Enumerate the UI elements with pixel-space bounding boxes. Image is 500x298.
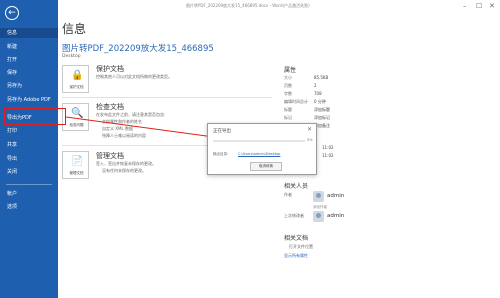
backstage-sidebar: ← 信息 新建 打开 保存 另存为 另存为 Adobe PDF 导出为PDF 打… [0, 0, 58, 298]
inspect-document-icon: 🔍 [71, 108, 84, 119]
document-title: 图片转PDF_202209放大发15_466895 [62, 44, 214, 54]
related-people-title: 相关人员 [284, 183, 309, 190]
check-issues-button[interactable]: 🔍 检查问题 [62, 103, 89, 131]
prop-value-words: 708 [314, 91, 322, 96]
avatar [313, 211, 324, 222]
prop-label-pages: 页数 [284, 83, 292, 88]
author-name[interactable]: admin [327, 193, 344, 199]
minimize-icon[interactable]: – [463, 2, 467, 10]
prop-value-pages: 2 [314, 83, 317, 88]
section-bullet: 残障人士难以阅读的内容 [102, 133, 146, 138]
lock-icon: 🔒 [71, 70, 84, 81]
prop-label-edit-time: 编辑时间总计 [284, 99, 308, 104]
dialog-close-icon[interactable]: ✕ [307, 126, 312, 133]
properties-title[interactable]: 属性 [284, 65, 296, 74]
section-desc: 签入、签出并恢复未保存的更改。 [96, 161, 156, 166]
nav-divider [6, 184, 52, 185]
section-title: 管理文档 [96, 152, 124, 160]
export-progress-dialog: 正在导出 ✕ 0% 输出目录: C:\Users\admin\Desktop 取… [207, 123, 317, 175]
prop-label-title: 标题 [284, 107, 292, 112]
nav-save-as-adobe-pdf[interactable]: 另存为 Adobe PDF [0, 97, 56, 103]
progress-bar [213, 140, 305, 142]
section-desc: 控制其他人可以对此文档所做的更改类型。 [96, 74, 172, 79]
prop-label-tags: 标记 [284, 115, 292, 120]
prop-label-size: 大小 [284, 75, 292, 80]
progress-percent: 0% [307, 138, 313, 142]
prop-label-words: 字数 [284, 91, 292, 96]
nav-new[interactable]: 新建 [0, 44, 58, 50]
manage-document-button[interactable]: 📄 管理文档 [62, 151, 89, 179]
title-bar: 图片转PDF_202209放大发15_466895.docx - Word(产品… [58, 0, 500, 14]
dialog-title: 正在导出 [213, 129, 231, 134]
section-bullet: 自定义 XML 数据 [102, 126, 133, 131]
output-dir-link[interactable]: C:\Users\admin\Desktop [238, 152, 280, 156]
nav-share[interactable]: 共享 [0, 142, 58, 148]
nav-close[interactable]: 关闭 [0, 169, 58, 175]
section-desc: 在发布此文件之前，请注意其是否包含: [96, 112, 166, 117]
page-title: 信息 [62, 22, 87, 36]
section-bullet: 文档属性和作者的姓名 [102, 119, 142, 124]
prop-value-size: 85.5KB [314, 75, 329, 80]
section-title: 保护文档 [96, 65, 124, 73]
nav-options[interactable]: 选项 [0, 204, 58, 210]
tile-label: 保护文档 [69, 85, 84, 89]
tile-label: 管理文档 [69, 171, 84, 175]
cancel-conversion-button[interactable]: 取消转换 [250, 162, 282, 171]
divider [62, 97, 272, 98]
section-bullet: 没有任何未保存的更改。 [102, 168, 146, 173]
prop-value-edit-time: 0 分钟 [314, 99, 326, 104]
highlight-box [4, 108, 66, 125]
prop-date: 11:02 [322, 153, 334, 158]
document-location[interactable]: Desktop [62, 54, 81, 59]
nav-save-as[interactable]: 另存为 [0, 83, 58, 89]
section-title: 检查文档 [96, 103, 124, 111]
prop-value-tags[interactable]: 添加标记 [314, 115, 330, 121]
author-label: 作者 [284, 192, 292, 197]
tile-label: 检查问题 [69, 123, 84, 127]
last-modified-name[interactable]: admin [327, 213, 344, 219]
manage-document-icon: 📄 [71, 156, 84, 167]
protect-document-button[interactable]: 🔒 保护文档 [62, 65, 89, 93]
window-title: 图片转PDF_202209放大发15_466895.docx - Word(产品… [186, 3, 310, 8]
output-dir-label: 输出目录: [213, 152, 229, 156]
nav-print[interactable]: 打印 [0, 128, 58, 134]
prop-date: 11:02 [322, 145, 334, 150]
related-docs-title: 相关文档 [284, 235, 309, 242]
close-icon[interactable]: ✕ [489, 2, 495, 10]
show-all-properties-link[interactable]: 显示所有属性 [284, 253, 308, 259]
nav-account[interactable]: 帐户 [0, 191, 58, 197]
avatar [313, 191, 324, 202]
maximize-icon[interactable]: ☐ [476, 2, 482, 10]
back-arrow-icon[interactable]: ← [5, 6, 19, 20]
nav-save[interactable]: 保存 [0, 70, 58, 76]
nav-info[interactable]: 信息 [0, 28, 58, 38]
last-modified-label: 上次修改者 [284, 213, 304, 218]
nav-open[interactable]: 打开 [0, 57, 58, 63]
prop-value-title[interactable]: 添加标题 [314, 107, 330, 113]
open-file-location-link[interactable]: 打开文件位置 [289, 244, 313, 250]
nav-export[interactable]: 导出 [0, 156, 58, 162]
add-author-link[interactable]: 添加作者 [313, 205, 327, 210]
